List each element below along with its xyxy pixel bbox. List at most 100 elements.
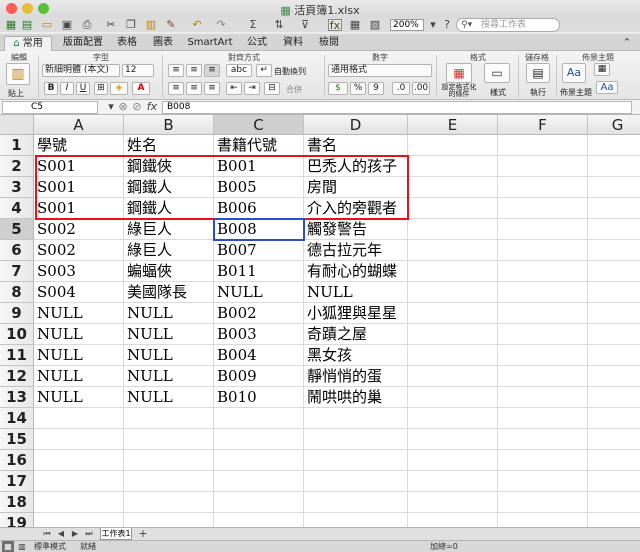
cell[interactable]: NULL: [34, 324, 124, 345]
cell[interactable]: 有耐心的蝴蝶: [304, 261, 408, 282]
cell[interactable]: 靜悄悄的蛋: [304, 366, 408, 387]
row-header[interactable]: 12: [0, 366, 34, 387]
cell[interactable]: [498, 240, 588, 261]
cell[interactable]: [588, 471, 640, 492]
cell-style-label[interactable]: 樣式: [490, 88, 506, 97]
italic-button[interactable]: I: [60, 82, 74, 95]
cell[interactable]: [498, 156, 588, 177]
row-header[interactable]: 17: [0, 471, 34, 492]
cells-exec-label[interactable]: 執行: [530, 88, 546, 97]
bold-button[interactable]: B: [44, 82, 58, 95]
row-header[interactable]: 8: [0, 282, 34, 303]
cell[interactable]: [588, 198, 640, 219]
theme-fonts-button[interactable]: Aa: [596, 81, 618, 94]
cut-icon[interactable]: ✂: [104, 19, 118, 31]
cell[interactable]: [304, 492, 408, 513]
template-icon[interactable]: ▤: [20, 19, 34, 31]
font-name-select[interactable]: 新細明體 (本文): [42, 64, 120, 77]
cell[interactable]: [588, 450, 640, 471]
search-input[interactable]: ⚲▾ 搜尋工作表: [456, 18, 560, 32]
cell[interactable]: [588, 135, 640, 156]
cell[interactable]: [408, 135, 498, 156]
cell[interactable]: [408, 324, 498, 345]
cell[interactable]: [408, 429, 498, 450]
cell[interactable]: 奇蹟之屋: [304, 324, 408, 345]
sort-icon[interactable]: ⇅: [272, 19, 286, 31]
tab-review[interactable]: 檢閱: [314, 36, 344, 51]
row-header[interactable]: 18: [0, 492, 34, 513]
page-layout-view-icon[interactable]: ▥: [16, 541, 28, 552]
cell[interactable]: B009: [214, 366, 304, 387]
cell[interactable]: [34, 492, 124, 513]
formula-input[interactable]: B008: [162, 101, 632, 114]
chevron-down-icon[interactable]: ▾: [426, 19, 440, 31]
cell[interactable]: NULL: [124, 345, 214, 366]
decrease-indent-icon[interactable]: ⇤: [226, 82, 242, 95]
cell[interactable]: 德古拉元年: [304, 240, 408, 261]
row-header[interactable]: 6: [0, 240, 34, 261]
cell[interactable]: [408, 303, 498, 324]
cell[interactable]: [408, 240, 498, 261]
cell-style-icon[interactable]: ▭: [484, 63, 510, 83]
cell[interactable]: [304, 471, 408, 492]
new-workbook-icon[interactable]: ▦: [4, 19, 18, 31]
cell[interactable]: S001: [34, 177, 124, 198]
cell[interactable]: [408, 261, 498, 282]
cell[interactable]: B011: [214, 261, 304, 282]
select-all-corner[interactable]: [0, 115, 34, 135]
filter-icon[interactable]: ⊽: [298, 19, 312, 31]
column-header[interactable]: D: [304, 115, 408, 135]
row-header[interactable]: 3: [0, 177, 34, 198]
cell[interactable]: 黑女孩: [304, 345, 408, 366]
cell[interactable]: [34, 471, 124, 492]
cell[interactable]: B003: [214, 324, 304, 345]
sheet-tab-1[interactable]: 工作表1: [100, 528, 132, 540]
redo-icon[interactable]: ↷: [214, 19, 228, 31]
cell[interactable]: 學號: [34, 135, 124, 156]
merge-label[interactable]: 合併: [286, 85, 302, 94]
number-format-select[interactable]: 通用格式: [328, 64, 432, 77]
cell[interactable]: B007: [214, 240, 304, 261]
row-header[interactable]: 7: [0, 261, 34, 282]
cell[interactable]: [588, 240, 640, 261]
cell[interactable]: [498, 387, 588, 408]
undo-icon[interactable]: ↶: [190, 19, 204, 31]
cell[interactable]: [408, 471, 498, 492]
cell[interactable]: NULL: [34, 387, 124, 408]
cell[interactable]: [408, 219, 498, 240]
tab-layout[interactable]: 版面配置: [58, 36, 108, 51]
cell[interactable]: [498, 408, 588, 429]
cell[interactable]: [588, 261, 640, 282]
cell[interactable]: S001: [34, 198, 124, 219]
cell[interactable]: [124, 492, 214, 513]
cell[interactable]: [498, 471, 588, 492]
cell[interactable]: 鬧哄哄的巢: [304, 387, 408, 408]
cell[interactable]: [588, 429, 640, 450]
cell[interactable]: [588, 513, 640, 527]
cell[interactable]: B008: [214, 219, 304, 240]
tab-tables[interactable]: 表格: [112, 36, 142, 51]
cell[interactable]: [588, 387, 640, 408]
cell[interactable]: [408, 198, 498, 219]
font-color-icon[interactable]: A: [132, 82, 150, 95]
confirm-entry-icon[interactable]: ⊘: [130, 101, 144, 113]
cell[interactable]: [588, 282, 640, 303]
format-painter-icon[interactable]: ✎: [164, 19, 178, 31]
autosum-icon[interactable]: Σ: [246, 19, 260, 31]
ribbon-collapse-icon[interactable]: ⌃: [620, 37, 634, 49]
print-icon[interactable]: ⎙: [80, 19, 94, 31]
cell[interactable]: [588, 408, 640, 429]
cell[interactable]: [498, 261, 588, 282]
cell[interactable]: [588, 345, 640, 366]
cell[interactable]: 綠巨人: [124, 219, 214, 240]
cell[interactable]: [408, 156, 498, 177]
prev-sheet-icon[interactable]: ◀: [54, 528, 68, 540]
cell[interactable]: [124, 408, 214, 429]
cells-insert-icon[interactable]: ▤: [526, 63, 550, 83]
cell[interactable]: 美國隊長: [124, 282, 214, 303]
spreadsheet-grid[interactable]: A B C D E F G 1 學號 姓名 書籍代號 書名 2 S001 鋼鐵俠 B001 巴禿人的孩子 3 S00…: [0, 115, 640, 527]
cell[interactable]: B005: [214, 177, 304, 198]
next-sheet-icon[interactable]: ▶: [68, 528, 82, 540]
cell[interactable]: 觸發警告: [304, 219, 408, 240]
align-left-icon[interactable]: ≡: [168, 82, 184, 95]
